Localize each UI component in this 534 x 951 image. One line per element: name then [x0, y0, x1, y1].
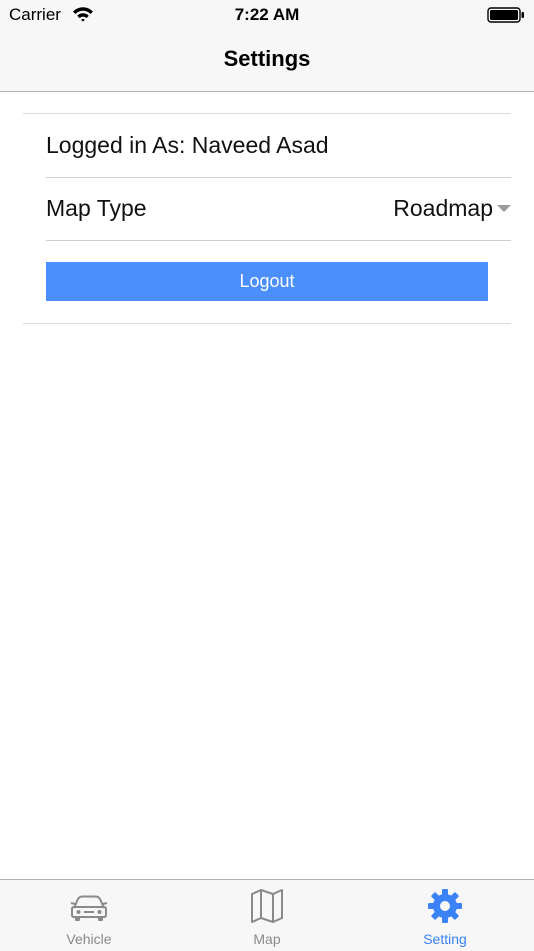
tab-bar: Vehicle Map Setting [0, 879, 534, 951]
battery-icon [487, 7, 525, 23]
logout-button[interactable]: Logout [46, 262, 488, 301]
dropdown-arrow-icon [497, 205, 511, 212]
logged-in-row: Logged in As: Naveed Asad [46, 114, 511, 178]
map-type-value: Roadmap [393, 195, 493, 221]
car-icon [0, 888, 178, 928]
map-icon [178, 888, 356, 928]
tab-setting[interactable]: Setting [356, 880, 534, 951]
navigation-bar: Settings [0, 30, 534, 92]
page-title: Settings [223, 46, 311, 71]
settings-card: Logged in As: Naveed Asad Map Type Roadm… [23, 113, 511, 324]
map-type-dropdown[interactable]: Roadmap [393, 195, 511, 223]
status-bar: Carrier 7:22 AM [0, 0, 534, 30]
tab-map[interactable]: Map [178, 880, 356, 951]
map-type-label: Map Type [46, 195, 147, 221]
logged-in-label: Logged in As: Naveed Asad [46, 132, 329, 158]
gear-icon [356, 888, 534, 928]
tab-setting-label: Setting [423, 931, 467, 947]
tab-vehicle-label: Vehicle [66, 931, 112, 947]
tab-vehicle[interactable]: Vehicle [0, 880, 178, 951]
status-time: 7:22 AM [234, 5, 300, 24]
map-type-row: Map Type Roadmap [46, 177, 511, 241]
tab-map-label: Map [253, 931, 281, 947]
